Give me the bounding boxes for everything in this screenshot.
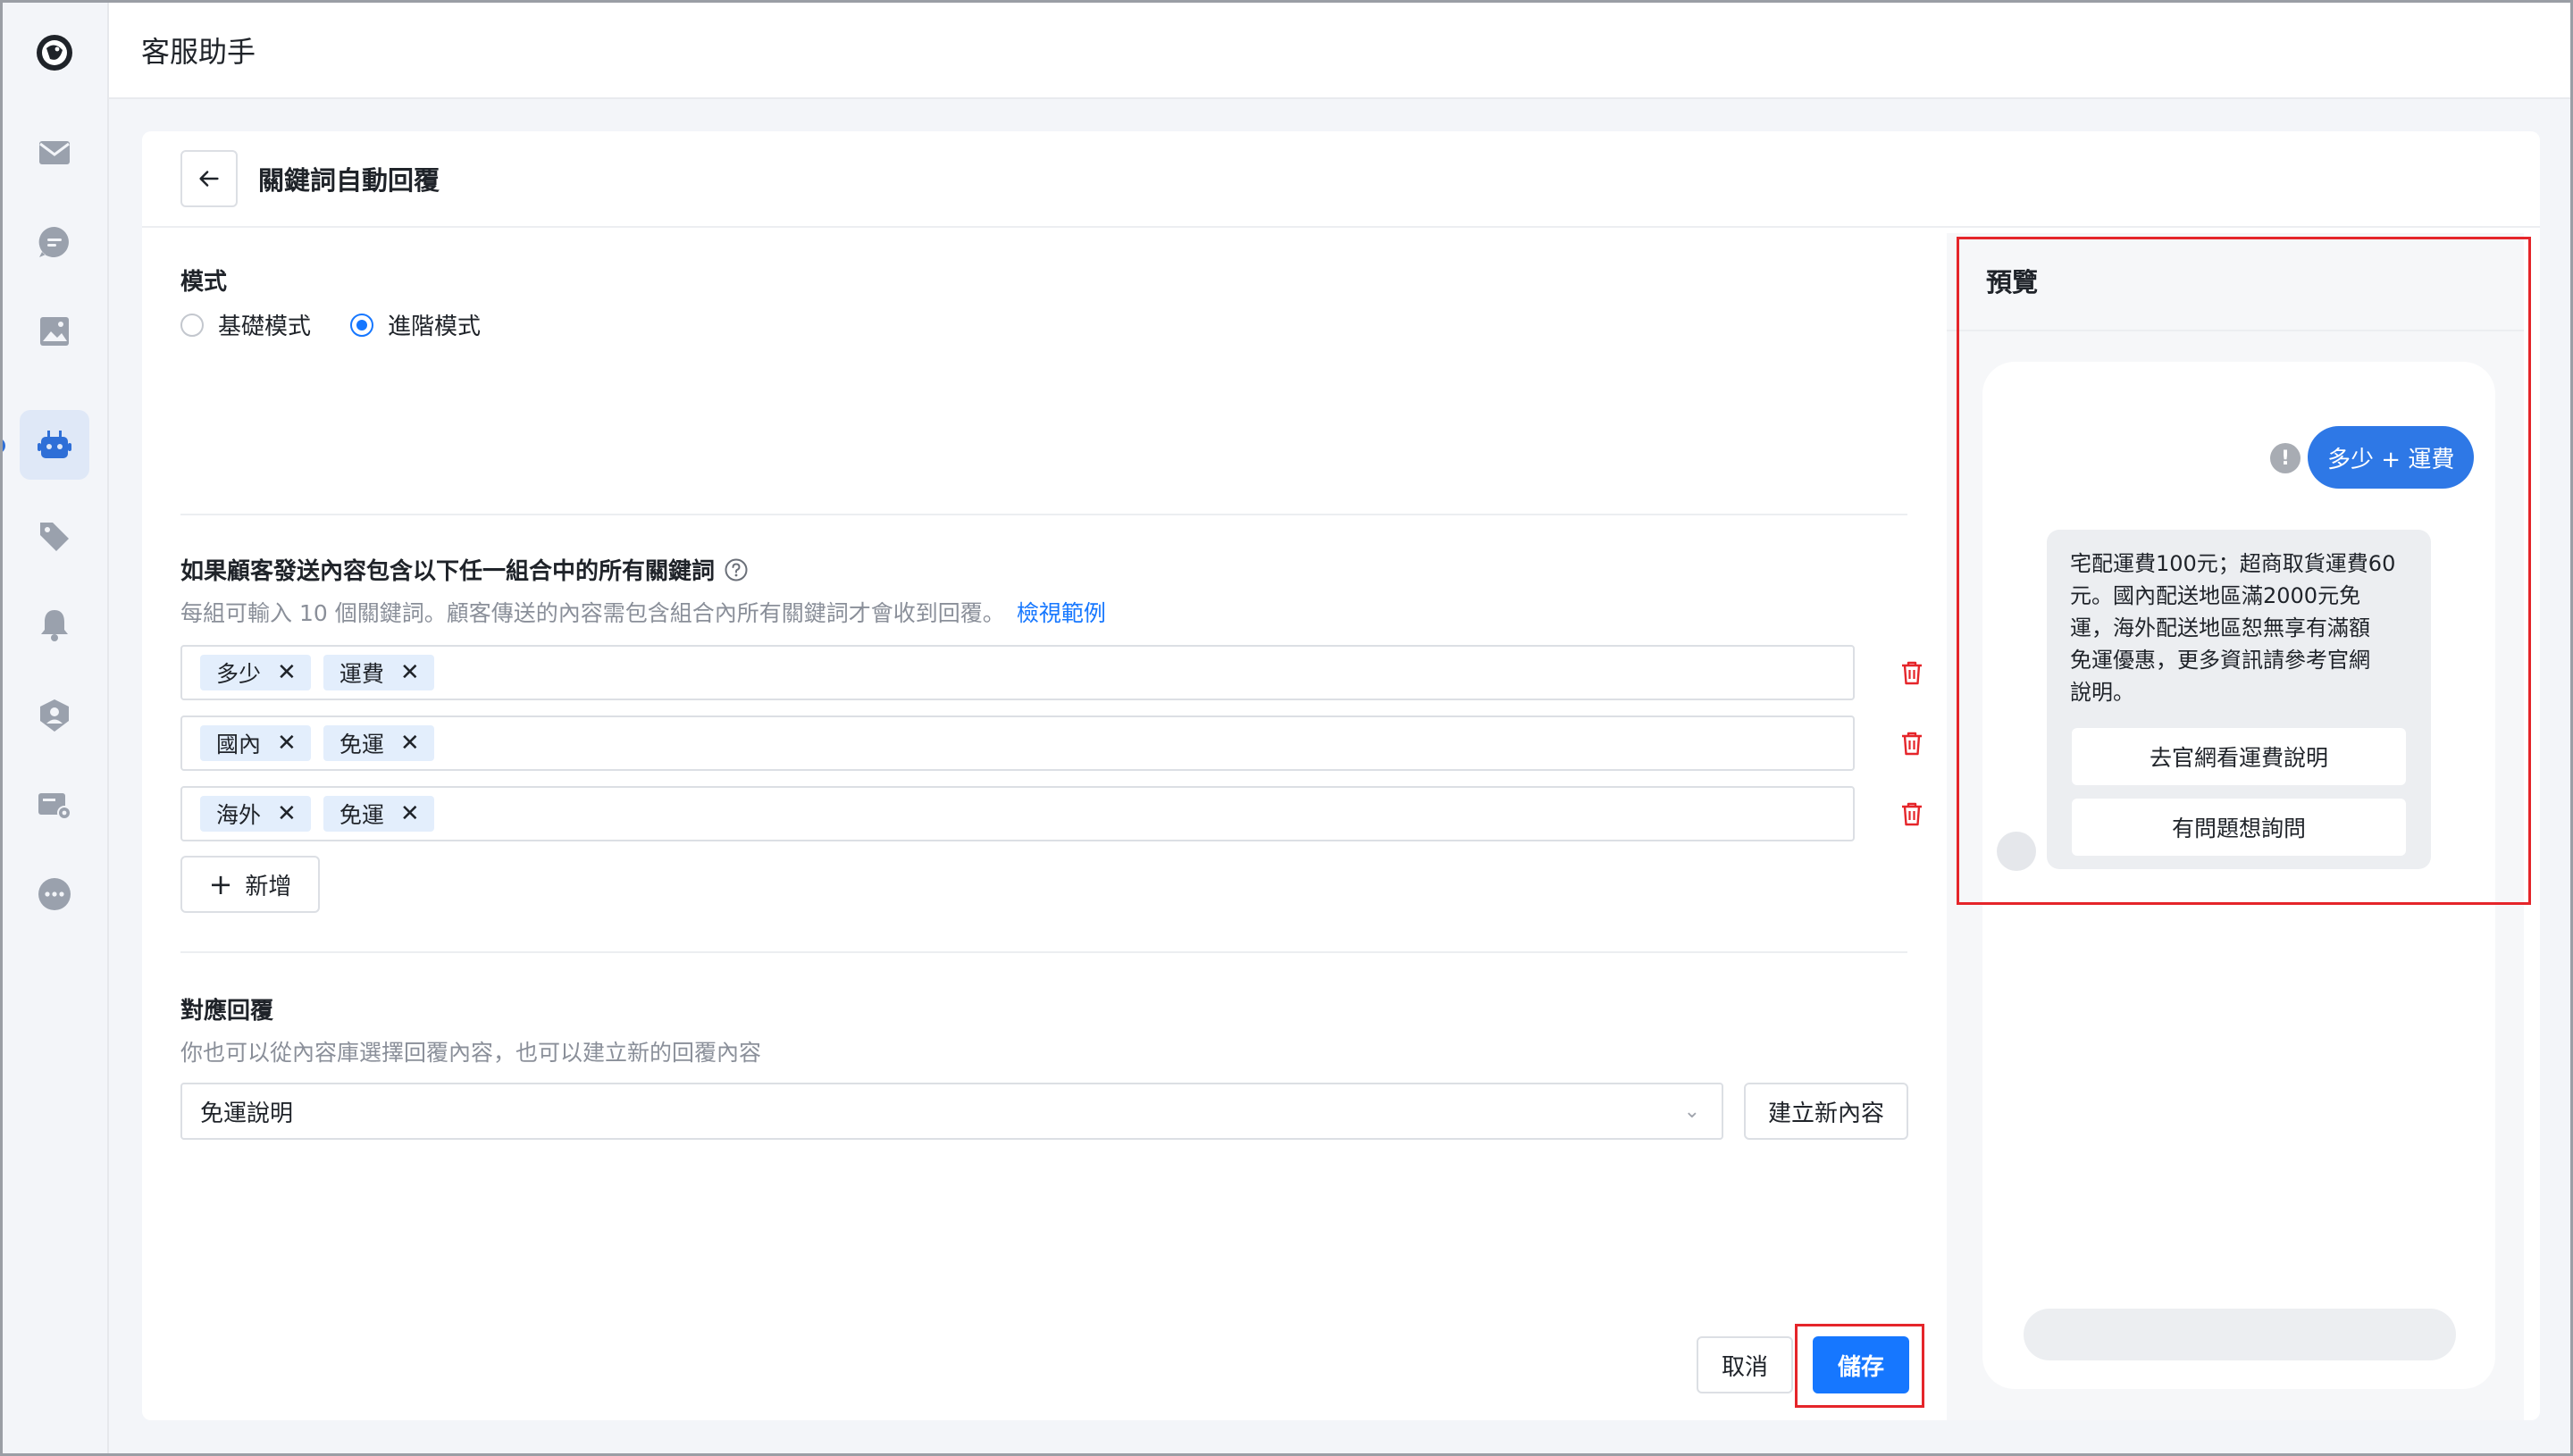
keywords-title: 如果顧客發送內容包含以下任一組合中的所有關鍵詞 xyxy=(180,558,716,585)
tag-icon[interactable] xyxy=(20,500,89,570)
plus-icon: + xyxy=(208,867,233,901)
reply-hint: 你也可以從內容庫選擇回覆內容，也可以建立新的回覆內容 xyxy=(180,1040,762,1066)
top-bar: 客服助手 xyxy=(109,3,2570,99)
more-icon[interactable] xyxy=(20,859,89,929)
card-header: 關鍵詞自動回覆 xyxy=(142,131,2540,228)
divider xyxy=(180,951,1907,953)
back-button[interactable] xyxy=(180,150,238,207)
remove-tag-icon[interactable]: ✕ xyxy=(400,800,420,827)
reply-title: 對應回覆 xyxy=(180,998,274,1025)
radio-advanced-circle[interactable] xyxy=(350,313,374,337)
keywords-hint-row: 每組可輸入 10 個關鍵詞。顧客傳送的內容需包含組合內所有關鍵詞才會收到回覆。 … xyxy=(180,596,1106,628)
message-composer xyxy=(2024,1309,2456,1360)
keyword-text: 免運 xyxy=(339,732,384,757)
view-example-link[interactable]: 檢視範例 xyxy=(1017,600,1106,626)
sidebar xyxy=(0,0,109,1456)
create-content-button[interactable]: 建立新內容 xyxy=(1744,1083,1908,1140)
keyword-tag: 免運 ✕ xyxy=(323,725,434,761)
keyword-text: 免運 xyxy=(339,802,384,828)
arrow-left-icon xyxy=(199,171,219,187)
remove-tag-icon[interactable]: ✕ xyxy=(277,659,297,686)
preview-highlight-box xyxy=(1957,237,2531,905)
keyword-group-1[interactable]: 多少 ✕ 運費 ✕ xyxy=(180,645,1855,700)
active-indicator xyxy=(0,438,5,454)
help-icon[interactable] xyxy=(724,557,749,582)
robot-icon[interactable] xyxy=(20,410,89,480)
keyword-tag: 多少 ✕ xyxy=(200,655,311,690)
keyword-text: 運費 xyxy=(339,661,384,687)
reply-selected-value: 免運說明 xyxy=(200,1100,294,1127)
keywords-hint: 每組可輸入 10 個關鍵詞。顧客傳送的內容需包含組合內所有關鍵詞才會收到回覆。 xyxy=(180,600,1005,626)
radio-basic-circle[interactable] xyxy=(180,313,204,337)
chat-bubble-icon[interactable] xyxy=(20,207,89,277)
keyword-text: 多少 xyxy=(216,661,262,687)
delete-group-1-icon[interactable] xyxy=(1896,657,1928,689)
keyword-tag: 免運 ✕ xyxy=(323,796,434,832)
keyword-text: 海外 xyxy=(216,802,262,828)
delete-group-3-icon[interactable] xyxy=(1896,798,1928,830)
reply-content-select[interactable]: 免運說明 ⌄ xyxy=(180,1083,1723,1140)
mode-label: 模式 xyxy=(180,269,228,296)
divider xyxy=(180,514,1907,515)
radio-advanced-label: 進階模式 xyxy=(388,314,482,340)
app-title: 客服助手 xyxy=(141,35,256,69)
keyword-tag: 海外 ✕ xyxy=(200,796,311,832)
remove-tag-icon[interactable]: ✕ xyxy=(400,730,420,757)
radio-basic-label: 基礎模式 xyxy=(218,314,312,340)
keyword-tag: 運費 ✕ xyxy=(323,655,434,690)
ticket-settings-icon[interactable] xyxy=(20,770,89,840)
radio-advanced-mode[interactable]: 進階模式 xyxy=(350,308,481,341)
page-title: 關鍵詞自動回覆 xyxy=(258,165,440,196)
app-logo-icon[interactable] xyxy=(34,32,75,73)
add-group-button[interactable]: + 新增 xyxy=(180,856,320,913)
image-gallery-icon[interactable] xyxy=(20,297,89,366)
mode-radio-group: 基礎模式 進階模式 xyxy=(180,308,806,341)
bell-icon[interactable] xyxy=(20,590,89,659)
remove-tag-icon[interactable]: ✕ xyxy=(277,730,297,757)
inbox-icon[interactable] xyxy=(20,118,89,188)
user-shield-icon[interactable] xyxy=(20,681,89,750)
keyword-group-2[interactable]: 國內 ✕ 免運 ✕ xyxy=(180,715,1855,771)
keyword-group-3[interactable]: 海外 ✕ 免運 ✕ xyxy=(180,786,1855,841)
add-group-label: 新增 xyxy=(245,873,292,900)
chevron-down-icon: ⌄ xyxy=(1683,1100,1700,1123)
delete-group-2-icon[interactable] xyxy=(1896,727,1928,759)
keyword-text: 國內 xyxy=(216,732,262,757)
radio-basic-mode[interactable]: 基礎模式 xyxy=(180,308,311,341)
remove-tag-icon[interactable]: ✕ xyxy=(400,659,420,686)
keyword-tag: 國內 ✕ xyxy=(200,725,311,761)
remove-tag-icon[interactable]: ✕ xyxy=(277,800,297,827)
cancel-button[interactable]: 取消 xyxy=(1697,1336,1793,1393)
save-highlight-box xyxy=(1795,1324,1924,1408)
keywords-title-row: 如果顧客發送內容包含以下任一組合中的所有關鍵詞 xyxy=(180,553,749,586)
